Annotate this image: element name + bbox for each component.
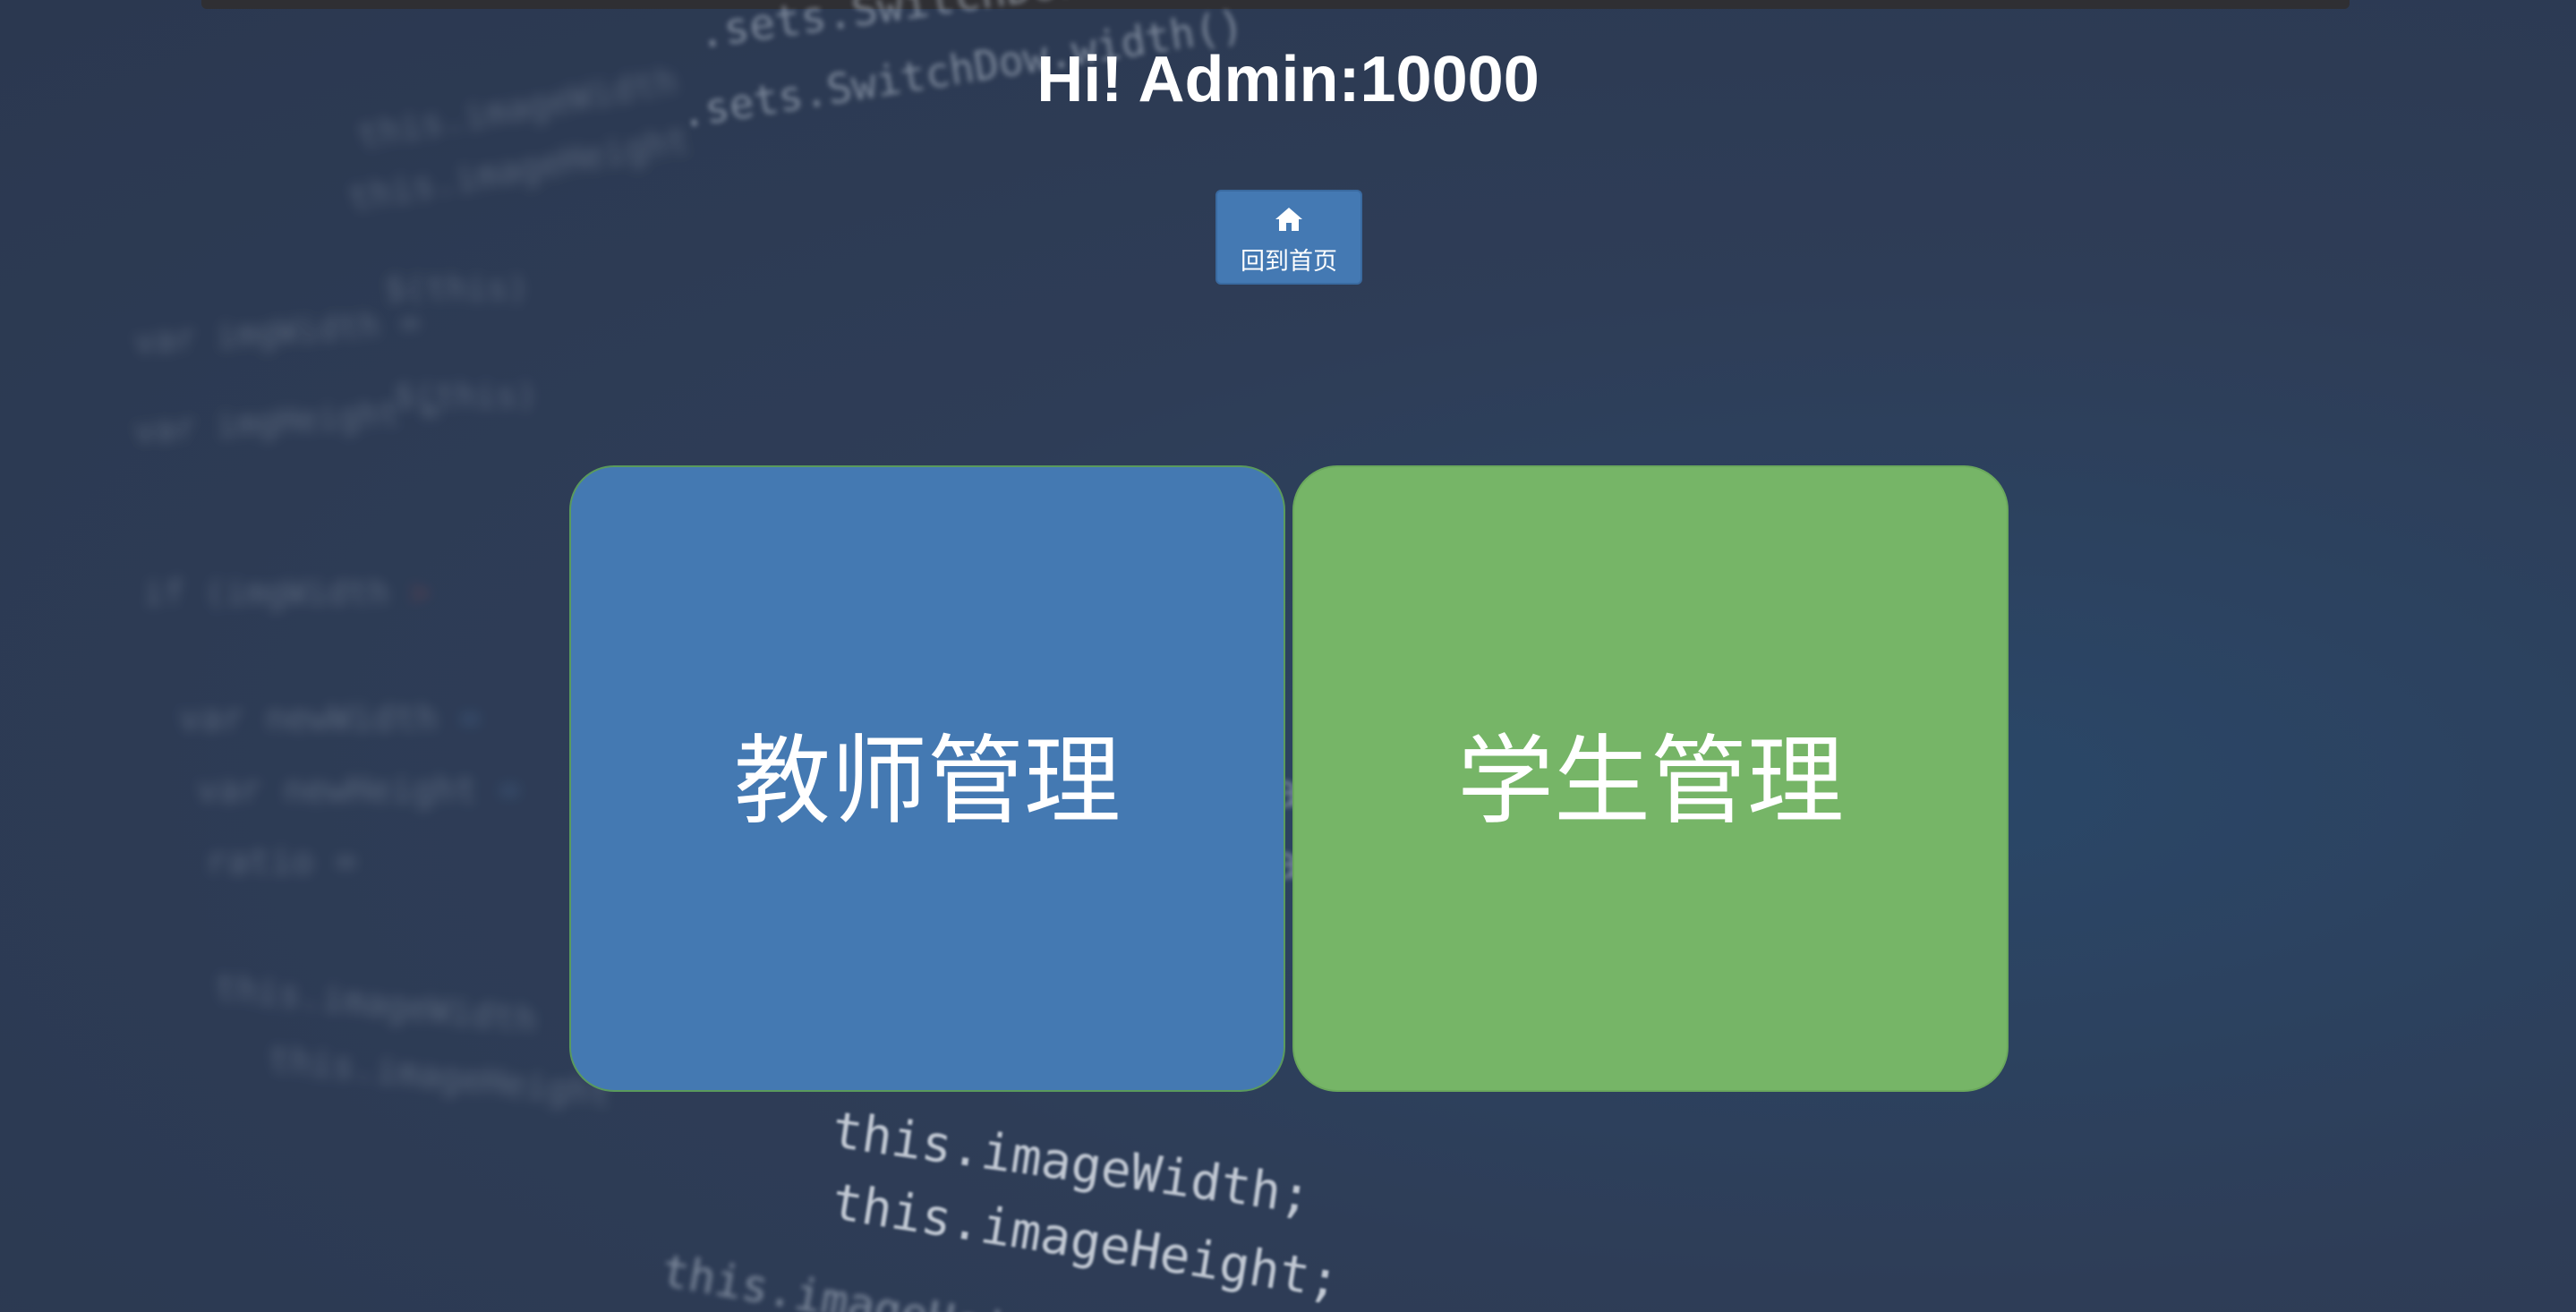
home-button-label: 回到首页 (1241, 248, 1337, 276)
student-management-card[interactable]: 学生管理 (1292, 465, 2009, 1092)
home-button[interactable]: 回到首页 (1215, 190, 1362, 285)
teacher-management-card[interactable]: 教师管理 (569, 465, 1285, 1092)
page: .sets.SwitchDow.width() .sets.SwitchDow.… (0, 0, 2576, 1312)
greeting-title: Hi! Admin:10000 (1036, 44, 1540, 115)
browser-top-bar (201, 0, 2350, 9)
home-icon (1275, 208, 1302, 231)
teacher-management-label: 教师管理 (733, 726, 1121, 838)
student-management-label: 学生管理 (1456, 726, 1844, 838)
